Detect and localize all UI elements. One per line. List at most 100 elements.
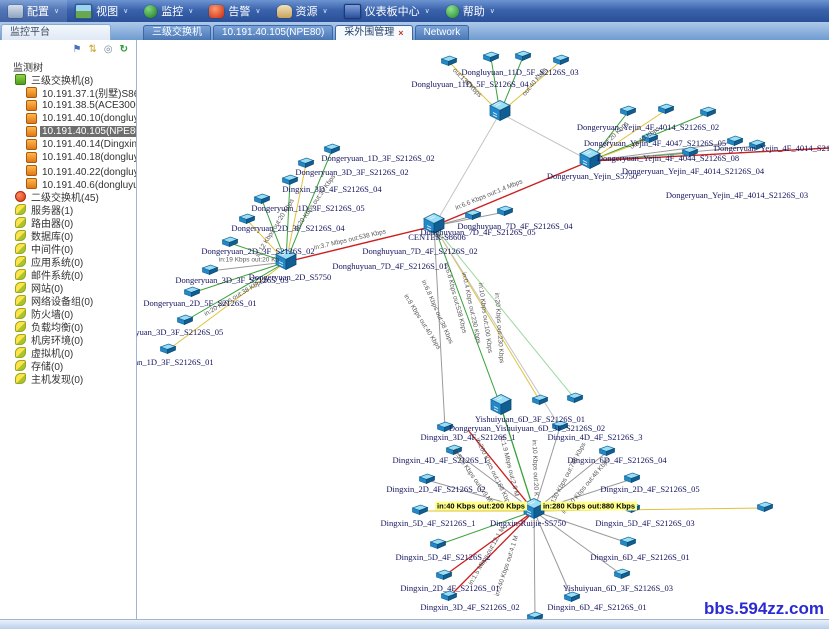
switch-icon[interactable] bbox=[567, 390, 584, 408]
menu-item-label: 帮助 bbox=[463, 3, 485, 19]
tree-item-邮件系统(0)[interactable]: 邮件系统(0) bbox=[0, 268, 136, 281]
device-icon bbox=[15, 373, 26, 384]
tree-item-监测树[interactable]: 监测树 bbox=[0, 60, 136, 73]
menu-item-监控[interactable]: 监控∨ bbox=[136, 0, 201, 22]
tree-item-10.191.40.10(dongluyuanyejin_j[[interactable]: 10.191.40.10(dongluyuanyejin_j[ bbox=[0, 112, 136, 125]
top-menubar: 配置∨视图∨监控∨ 告警 ∨ 资源∨仪表板中心∨ 帮助 ∨ bbox=[0, 0, 829, 22]
tree-item-10.191.40.6(dongluyuan_2D_j(汇聚[interactable]: 10.191.40.6(dongluyuan_2D_j(汇聚 bbox=[0, 177, 136, 190]
device-icon bbox=[15, 360, 26, 371]
menu-item-视图[interactable]: 视图∨ bbox=[67, 0, 136, 22]
node-label: Dingxin_2D_4F_S2126S_05 bbox=[600, 484, 699, 494]
menu-item-label: 告警 bbox=[228, 3, 250, 19]
tab-采外围管理[interactable]: 采外围管理 × bbox=[335, 25, 412, 40]
tree-item-负载均衡(0)[interactable]: 负载均衡(0) bbox=[0, 320, 136, 333]
tree-item-数据库(0)[interactable]: 数据库(0) bbox=[0, 229, 136, 242]
tab-Network[interactable]: Network bbox=[415, 25, 470, 40]
switch-icon[interactable] bbox=[700, 104, 717, 122]
node-label: Donghuyuan_7D_4F_S2126S_01 bbox=[332, 261, 447, 271]
edge-traffic-label: in:19 Kbps out:20 Kb bbox=[219, 257, 279, 264]
switch-icon[interactable] bbox=[532, 392, 549, 410]
chevron-down-icon: ∨ bbox=[255, 7, 260, 15]
node-label: Dongluyuan_11D_5F_S2126S_03 bbox=[461, 67, 578, 77]
menu-item-label: 仪表板中心 bbox=[365, 3, 420, 19]
device-icon bbox=[15, 204, 26, 215]
menu-item-label: 视图 bbox=[96, 3, 118, 19]
monitor-tree: 监测树三级交换机(8)10.191.37.1(别墅)S860610.191.38… bbox=[0, 60, 136, 385]
device-icon bbox=[15, 295, 26, 306]
dashboard-icon bbox=[344, 4, 361, 19]
help-icon bbox=[446, 5, 459, 18]
menu-item-帮助[interactable]: 帮助 ∨ bbox=[438, 0, 503, 22]
switch-icon[interactable] bbox=[483, 49, 500, 67]
tab-三级交换机[interactable]: 三级交换机 bbox=[143, 25, 211, 40]
tree-item-label: 二级交换机(45) bbox=[29, 190, 101, 203]
tree-item-防火墙(0)[interactable]: 防火墙(0) bbox=[0, 307, 136, 320]
node-label: Dongeryuan_2D_3F_S2126S_04 bbox=[231, 223, 344, 233]
tree-item-网站(0)[interactable]: 网站(0) bbox=[0, 281, 136, 294]
user-icon bbox=[277, 5, 292, 18]
tab-10.191.40.105(NPE80)[interactable]: 10.191.40.105(NPE80) bbox=[213, 25, 333, 40]
tree-item-网络设备组(0)[interactable]: 网络设备组(0) bbox=[0, 294, 136, 307]
tree-item-中间件(0)[interactable]: 中间件(0) bbox=[0, 242, 136, 255]
tree-item-label: 网站(0) bbox=[29, 281, 65, 294]
tree-item-10.191.40.105(NPE80)[interactable]: 10.191.40.105(NPE80) bbox=[0, 125, 136, 138]
flag-icon[interactable]: ⚑ bbox=[73, 45, 82, 55]
gear-icon bbox=[8, 5, 23, 18]
tab-label: 采外围管理 bbox=[344, 26, 394, 40]
tree-item-服务器(1)[interactable]: 服务器(1) bbox=[0, 203, 136, 216]
switch-icon[interactable] bbox=[658, 101, 675, 119]
tree-item-label: 10.191.40.14(Dingxin5750) bbox=[40, 139, 136, 150]
tree-item-10.191.37.1(别墅)S8606[interactable]: 10.191.37.1(别墅)S8606 bbox=[0, 86, 136, 99]
switch-icon[interactable] bbox=[614, 566, 631, 584]
switch-hub-icon[interactable] bbox=[488, 100, 512, 127]
sort-icon[interactable]: ⇅ bbox=[88, 45, 96, 55]
topology-canvas[interactable]: Dongluyuan_11D_5F_S2126S_03Dongluyuan_11… bbox=[137, 40, 829, 629]
node-label: Yishuiyuan_6D_3F_S2126S_03 bbox=[563, 583, 673, 593]
refresh-icon[interactable]: ↻ bbox=[120, 45, 128, 55]
traffic-badge: in:40 Kbps out:200 Kbps bbox=[435, 502, 527, 511]
tree-item-二级交换机(45)[interactable]: 二级交换机(45) bbox=[0, 190, 136, 203]
node-label: Dongeryuan_Yejin_S5750 bbox=[547, 171, 637, 181]
node-label: Dongeryuan_Yejin_4F_4014_S2126S_04 bbox=[622, 166, 764, 176]
tree-item-应用系统(0)[interactable]: 应用系统(0) bbox=[0, 255, 136, 268]
switch-icon[interactable] bbox=[497, 203, 514, 221]
tree-item-10.191.40.22(dongluyuan_7D_j(汇[interactable]: 10.191.40.22(dongluyuan_7D_j(汇 bbox=[0, 164, 136, 177]
tab-label: 10.191.40.105(NPE80) bbox=[222, 26, 324, 40]
tree-item-label: 主机发现(0) bbox=[29, 372, 85, 385]
tree-item-虚拟机(0)[interactable]: 虚拟机(0) bbox=[0, 346, 136, 359]
panel-tab-monitor-platform[interactable]: 监控平台 bbox=[1, 24, 111, 40]
switch-icon[interactable] bbox=[757, 499, 774, 517]
menu-item-告警[interactable]: 告警 ∨ bbox=[201, 0, 268, 22]
chevron-down-icon: ∨ bbox=[490, 7, 495, 15]
tree-item-10.191.40.14(Dingxin5750)[interactable]: 10.191.40.14(Dingxin5750) bbox=[0, 138, 136, 151]
map-icon bbox=[75, 4, 92, 19]
panel-tab-zone: 监控平台 bbox=[0, 22, 137, 40]
tree-item-机房环境(0)[interactable]: 机房环境(0) bbox=[0, 333, 136, 346]
device-icon bbox=[26, 139, 37, 150]
tree-item-10.191.40.18(dongluyuan_11D_j[[interactable]: 10.191.40.18(dongluyuan_11D_j[ bbox=[0, 151, 136, 164]
device-icon bbox=[26, 100, 37, 111]
search-icon[interactable]: ◎ bbox=[104, 45, 113, 55]
tree-item-三级交换机(8)[interactable]: 三级交换机(8) bbox=[0, 73, 136, 86]
tree-item-主机发现(0)[interactable]: 主机发现(0) bbox=[0, 372, 136, 385]
menu-item-仪表板中心[interactable]: 仪表板中心∨ bbox=[336, 0, 438, 22]
tree-item-存储(0)[interactable]: 存储(0) bbox=[0, 359, 136, 372]
bottom-strip bbox=[0, 619, 829, 629]
close-icon[interactable]: × bbox=[398, 29, 403, 38]
tree-item-路由器(0)[interactable]: 路由器(0) bbox=[0, 216, 136, 229]
tree-item-label: 存储(0) bbox=[29, 359, 65, 372]
tree-item-10.191.38.5(ACE3000)[interactable]: 10.191.38.5(ACE3000) bbox=[0, 99, 136, 112]
node-label: Dingxin_4D_4F_S2126S_1 bbox=[393, 455, 488, 465]
tree-item-label: 10.191.38.5(ACE3000) bbox=[40, 100, 136, 111]
switch-icon[interactable] bbox=[515, 48, 532, 66]
switch-icon[interactable] bbox=[620, 534, 637, 552]
tree-item-label: 10.191.40.10(dongluyuanyejin_j[ bbox=[40, 113, 136, 124]
device-icon bbox=[26, 113, 37, 124]
switch-icon[interactable] bbox=[620, 103, 637, 121]
menu-item-配置[interactable]: 配置∨ bbox=[0, 0, 67, 22]
menu-item-资源[interactable]: 资源∨ bbox=[269, 0, 336, 22]
document-tabs: 三级交换机 10.191.40.105(NPE80) 采外围管理 × Network bbox=[143, 22, 469, 40]
device-icon bbox=[26, 126, 37, 137]
menu-item-label: 配置 bbox=[27, 3, 49, 19]
node-label: Dingxin_4D_4F_S2126S_3 bbox=[548, 432, 643, 442]
